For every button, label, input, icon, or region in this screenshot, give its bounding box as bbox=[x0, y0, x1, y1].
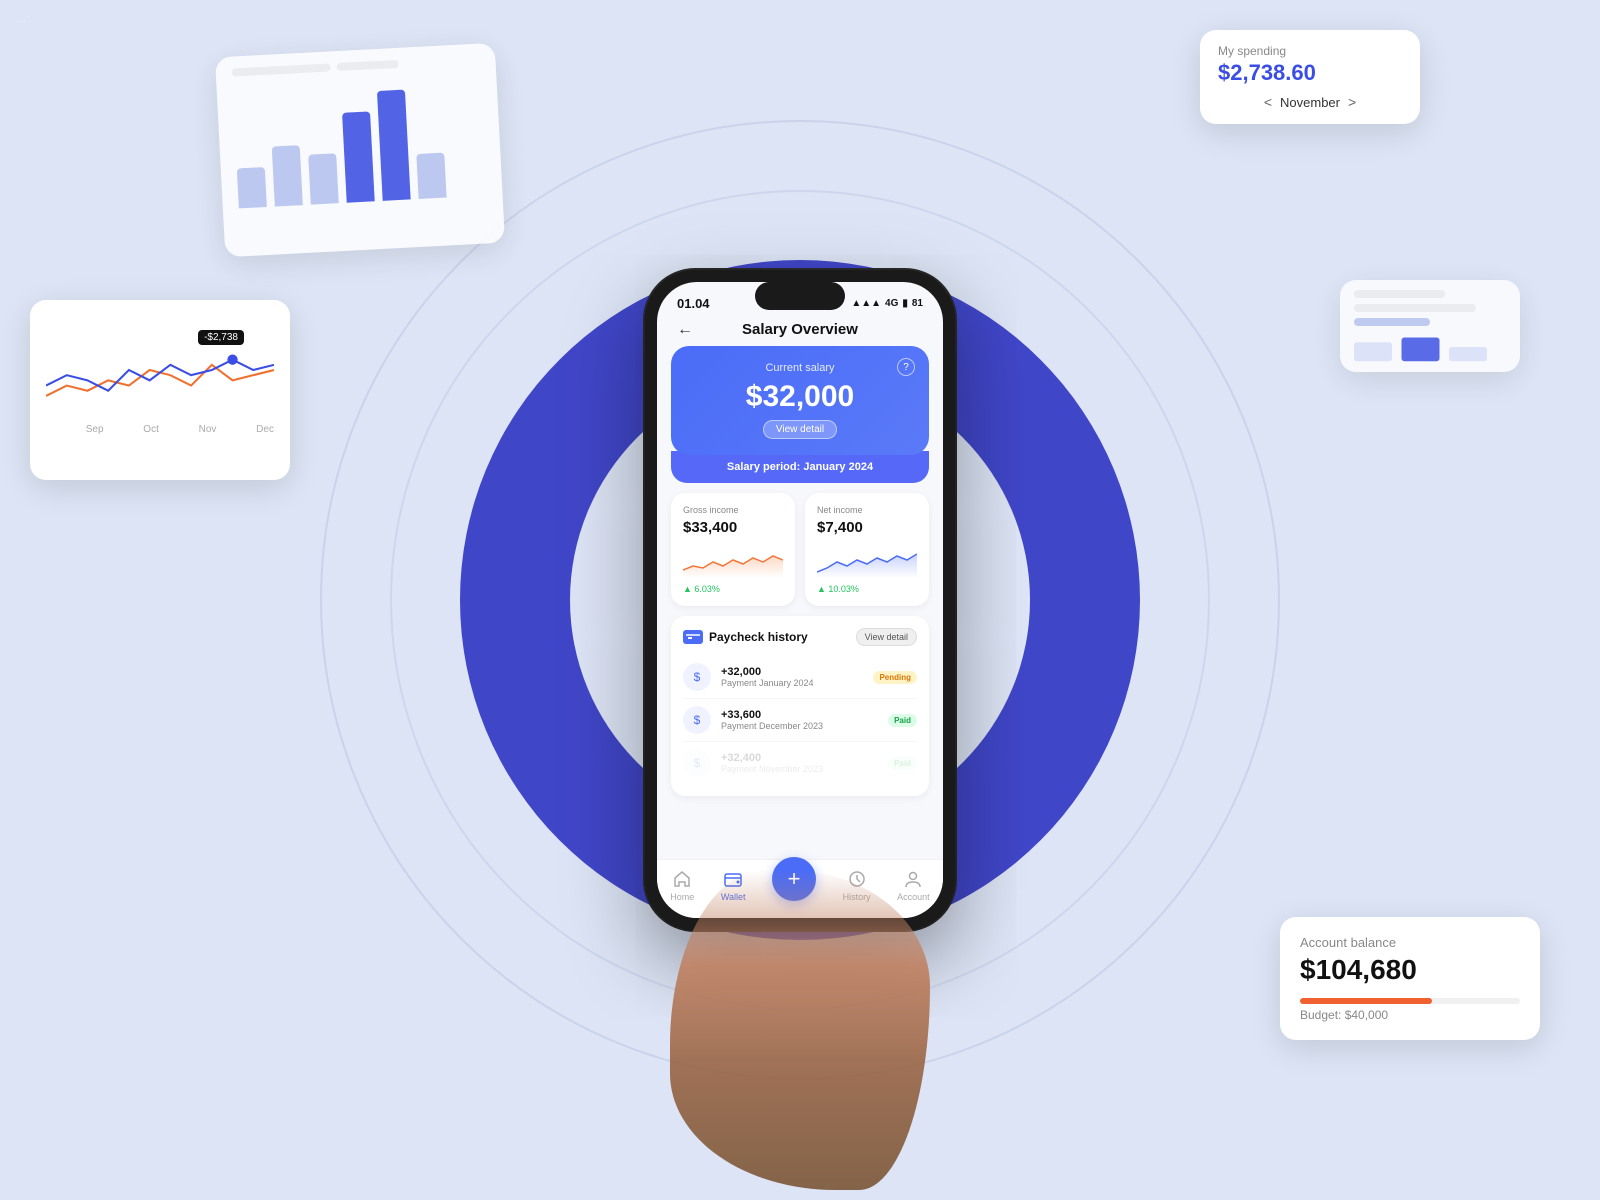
net-income-amount: $7,400 bbox=[817, 519, 917, 536]
phone-notch bbox=[755, 282, 845, 310]
paycheck-section: Paycheck history View detail $ +32,000 P… bbox=[671, 616, 929, 796]
payment-desc-3: Payment November 2023 bbox=[721, 764, 878, 774]
bar-chart-card bbox=[215, 43, 505, 257]
label-oct: Oct bbox=[143, 424, 159, 435]
payment-badge-3: Paid bbox=[888, 757, 917, 770]
salary-period-value: January 2024 bbox=[803, 461, 873, 473]
payment-amount-3: +32,400 bbox=[721, 752, 878, 764]
phone-wrapper: 01.04 ▲▲▲ 4G ▮ 81 ← Salary Overview ? Cu… bbox=[645, 270, 955, 930]
status-icons: ▲▲▲ 4G ▮ 81 bbox=[851, 298, 923, 309]
bar-5 bbox=[377, 90, 411, 201]
signal-icon: ▲▲▲ bbox=[851, 298, 881, 309]
bar-2 bbox=[272, 145, 303, 206]
current-salary-amount: $32,000 bbox=[689, 380, 911, 414]
battery-level: 81 bbox=[912, 298, 923, 309]
balance-card: Account balance $104,680 Budget: $40,000 bbox=[1280, 917, 1540, 1040]
bar-chart-bars bbox=[233, 76, 487, 209]
hand-illustration bbox=[670, 870, 930, 1190]
status-time: 01.04 bbox=[677, 296, 710, 311]
spending-month: November bbox=[1280, 95, 1340, 110]
small-card-bar bbox=[1354, 332, 1506, 362]
budget-bar-fill bbox=[1300, 998, 1432, 1004]
payment-icon-3: $ bbox=[683, 749, 711, 777]
current-salary-label: Current salary bbox=[689, 362, 911, 374]
spending-amount: $2,738.60 bbox=[1218, 60, 1402, 86]
salary-period: Salary period: January 2024 bbox=[671, 451, 929, 483]
nav-account-label: Account bbox=[897, 892, 930, 902]
bar-1 bbox=[237, 167, 267, 208]
salary-card: ? Current salary $32,000 View detail bbox=[671, 346, 929, 455]
payment-info-1: +32,000 Payment January 2024 bbox=[721, 666, 863, 688]
payment-badge-1: Pending bbox=[873, 671, 917, 684]
payment-amount-2: +33,600 bbox=[721, 709, 878, 721]
label-dec: Dec bbox=[256, 424, 274, 435]
bar-chart-legend bbox=[232, 56, 480, 77]
app-header: ← Salary Overview bbox=[657, 315, 943, 346]
label-nov: Nov bbox=[199, 424, 217, 435]
payment-badge-2: Paid bbox=[888, 714, 917, 727]
balance-amount: $104,680 bbox=[1300, 954, 1520, 986]
balance-label: Account balance bbox=[1300, 935, 1520, 950]
budget-label: Budget: $40,000 bbox=[1300, 1008, 1520, 1022]
nav-home-label: Home bbox=[670, 892, 694, 902]
payment-icon-1: $ bbox=[683, 663, 711, 691]
gross-income-card: Gross income $33,400 bbox=[671, 493, 795, 606]
small-card-lines bbox=[1354, 290, 1506, 326]
nav-home[interactable]: Home bbox=[670, 868, 694, 902]
income-grid: Gross income $33,400 bbox=[671, 493, 929, 606]
paycheck-item-2: $ +33,600 Payment December 2023 Paid bbox=[683, 699, 917, 742]
payment-icon-2: $ bbox=[683, 706, 711, 734]
net-income-change: ▲ 10.03% bbox=[817, 584, 917, 594]
gross-income-change: ▲ 6.03% bbox=[683, 584, 783, 594]
paycheck-item-1: $ +32,000 Payment January 2024 Pending bbox=[683, 656, 917, 699]
net-income-chart bbox=[817, 542, 917, 578]
nav-account[interactable]: Account bbox=[897, 868, 930, 902]
bar-4 bbox=[342, 111, 375, 202]
gross-income-amount: $33,400 bbox=[683, 519, 783, 536]
line-chart-area: -$2,738 bbox=[46, 320, 274, 420]
gross-income-chart bbox=[683, 542, 783, 578]
bar-3 bbox=[308, 153, 339, 204]
payment-info-2: +33,600 Payment December 2023 bbox=[721, 709, 878, 731]
bar-6 bbox=[416, 153, 446, 199]
payment-desc-1: Payment January 2024 bbox=[721, 678, 863, 688]
label-sep: Sep bbox=[86, 424, 104, 435]
network-type: 4G bbox=[885, 298, 898, 309]
screen-title: Salary Overview bbox=[742, 321, 858, 338]
phone-frame: 01.04 ▲▲▲ 4G ▮ 81 ← Salary Overview ? Cu… bbox=[645, 270, 955, 930]
account-icon bbox=[902, 868, 924, 890]
prev-month-arrow[interactable]: < bbox=[1264, 94, 1272, 110]
gross-income-label: Gross income bbox=[683, 505, 783, 515]
view-detail-button[interactable]: View detail bbox=[763, 420, 837, 439]
credit-card-menu: ··· bbox=[16, 16, 26, 27]
paycheck-view-detail[interactable]: View detail bbox=[856, 628, 917, 646]
payment-amount-1: +32,000 bbox=[721, 666, 863, 678]
battery-icon: ▮ bbox=[902, 298, 908, 309]
net-income-label: Net income bbox=[817, 505, 917, 515]
paycheck-item-3: $ +32,400 Payment November 2023 Paid bbox=[683, 742, 917, 784]
spending-label: My spending bbox=[1218, 44, 1402, 58]
budget-bar-bg bbox=[1300, 998, 1520, 1004]
back-button[interactable]: ← bbox=[677, 321, 693, 339]
phone-screen: 01.04 ▲▲▲ 4G ▮ 81 ← Salary Overview ? Cu… bbox=[657, 282, 943, 918]
spending-card: My spending $2,738.60 < November > bbox=[1200, 30, 1420, 124]
chart-tag: -$2,738 bbox=[198, 330, 244, 345]
chart-x-labels: Sep Oct Nov Dec bbox=[46, 424, 274, 435]
payment-info-3: +32,400 Payment November 2023 bbox=[721, 752, 878, 774]
small-right-card bbox=[1340, 280, 1520, 372]
line-chart-card: -$2,738 Sep Oct Nov Dec bbox=[30, 300, 290, 480]
payment-desc-2: Payment December 2023 bbox=[721, 721, 878, 731]
paycheck-icon bbox=[683, 630, 703, 644]
paycheck-title-area: Paycheck history bbox=[683, 630, 808, 644]
next-month-arrow[interactable]: > bbox=[1348, 94, 1356, 110]
salary-period-prefix: Salary period: bbox=[727, 461, 800, 473]
net-income-card: Net income $7,400 bbox=[805, 493, 929, 606]
paycheck-header: Paycheck history View detail bbox=[683, 628, 917, 646]
home-icon bbox=[671, 868, 693, 890]
paycheck-title: Paycheck history bbox=[709, 630, 808, 644]
